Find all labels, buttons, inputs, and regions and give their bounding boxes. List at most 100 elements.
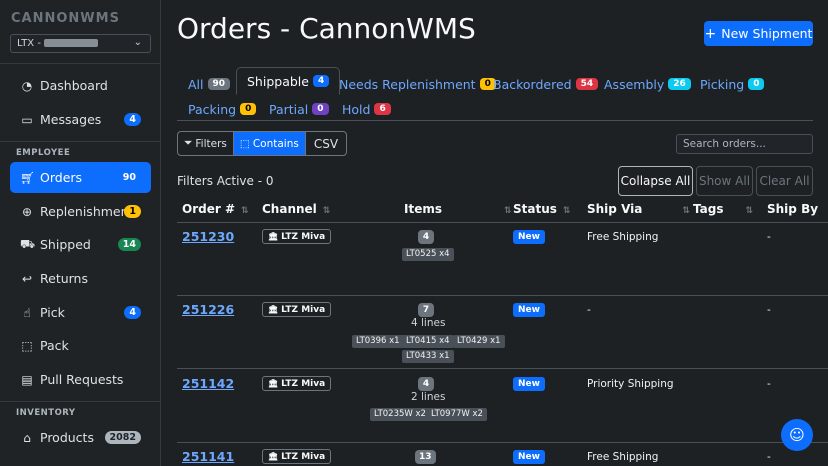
ship-via: Free Shipping (587, 451, 659, 463)
cart-icon: 🛒︎ (20, 170, 36, 185)
bank-icon: 🏛︎ (268, 305, 279, 314)
channel-badge: 🏛︎ LTZ Miva (262, 449, 332, 464)
hand-icon: ☝ (23, 305, 31, 320)
filters-button[interactable]: ⏷ Filters (178, 132, 234, 155)
sort-icon: ⇅ (562, 206, 571, 216)
new-shipment-button[interactable]: + New Shipment (704, 21, 813, 46)
warehouse-prefix: LTX - (17, 38, 41, 49)
filter-button-group: ⏷ Filters ⬚ Contains CSV (177, 131, 348, 156)
header-order[interactable]: Order # ⇅ (182, 202, 249, 216)
sidebar: CANNONWMS LTX - ⌄ ◔ Dashboard ▭ Messages… (0, 0, 161, 466)
header-status[interactable]: Status ⇅ (513, 202, 570, 216)
shipped-badge: 14 (117, 238, 141, 251)
plus-icon: + (704, 25, 717, 42)
sort-icon: ⇅ (745, 206, 754, 216)
sort-icon: ⇅ (322, 206, 331, 216)
sidebar-item-messages[interactable]: ▭ Messages 4 (10, 104, 151, 135)
ship-via: Free Shipping (587, 231, 659, 243)
box-icon: ⬚ (21, 338, 33, 353)
item-qty-badge: 4 (418, 230, 434, 244)
bank-icon: 🏛︎ (268, 232, 279, 241)
arrow-circle-down-icon: ⊕ (21, 204, 33, 219)
divider (0, 401, 160, 402)
section-inventory: INVENTORY (16, 408, 76, 418)
sidebar-item-shipped[interactable]: ⛟ Shipped 14 (10, 229, 151, 260)
sidebar-item-orders[interactable]: 🛒︎ Orders 90 (10, 162, 151, 193)
section-employee: EMPLOYEE (16, 148, 71, 158)
header-channel[interactable]: Channel ⇅ (262, 202, 330, 216)
channel-badge: 🏛︎ LTZ Miva (262, 302, 332, 317)
sort-icon: ⇅ (241, 206, 249, 216)
tab-shippable[interactable]: Shippable 4 (236, 67, 341, 95)
ship-via: - (587, 304, 591, 316)
redacted-warehouse-name (43, 39, 98, 47)
orders-badge: 90 (122, 172, 136, 183)
channel-badge: 🏛︎ LTZ Miva (262, 229, 332, 244)
sku-chip: LT0415 x4 (402, 335, 454, 348)
row-separator (177, 295, 828, 296)
page-title: Orders - CannonWMS (177, 12, 476, 45)
ship-via: Priority Shipping (587, 378, 674, 390)
clear-all-button[interactable]: Clear All (756, 166, 813, 196)
search-input[interactable]: Search orders... (676, 134, 813, 154)
bank-icon: 🏛︎ (268, 379, 279, 388)
chat-icon: ▭ (21, 112, 33, 127)
ship-by: - (767, 451, 771, 463)
logo: CANNONWMS (11, 11, 120, 26)
order-link[interactable]: 251226 (182, 302, 234, 317)
divider (0, 63, 160, 64)
tab-hold[interactable]: Hold 6 (342, 96, 391, 122)
sidebar-item-pull-requests[interactable]: ▤ Pull Requests (10, 364, 151, 395)
tab-partial[interactable]: Partial 0 (269, 96, 329, 122)
products-badge: 2082 (104, 431, 141, 444)
sort-icon: ⇅ (682, 206, 690, 216)
clipboard-icon: ▤ (21, 372, 33, 387)
sku-chip: LT0977W x2 (427, 408, 487, 421)
sidebar-item-returns[interactable]: ↩ Returns (10, 263, 151, 294)
tab-packing[interactable]: Packing 0 (188, 96, 257, 122)
ship-by: - (767, 378, 771, 390)
sidebar-item-replenishment[interactable]: ⊕ Replenishment 1 (10, 196, 151, 227)
show-all-button[interactable]: Show All (696, 166, 753, 196)
robot-icon: ☺ (789, 426, 805, 444)
tab-all[interactable]: All 90 (188, 71, 231, 97)
status-badge: New (513, 377, 545, 391)
gauge-icon: ◔ (21, 78, 33, 93)
order-link[interactable]: 251141 (182, 449, 234, 464)
item-qty-badge: 13 (415, 450, 436, 464)
item-qty-badge: 7 (418, 303, 434, 317)
funnel-icon: ⏷ (184, 137, 193, 149)
collapse-all-button[interactable]: Collapse All (618, 166, 693, 196)
sidebar-item-pack[interactable]: ⬚ Pack (10, 330, 151, 361)
sku-chip: LT0433 x1 (402, 350, 454, 363)
sidebar-item-dashboard[interactable]: ◔ Dashboard (10, 70, 151, 101)
order-link[interactable]: 251230 (182, 229, 234, 244)
sidebar-item-pick[interactable]: ☝ Pick 4 (10, 297, 151, 328)
ship-by: - (767, 231, 771, 243)
contains-button[interactable]: ⬚ Contains (233, 132, 306, 155)
header-separator (177, 222, 828, 223)
csv-button[interactable]: CSV (306, 132, 346, 155)
header-ship-by[interactable]: Ship By (767, 202, 818, 216)
sidebar-item-products[interactable]: ⌂ Products 2082 (10, 422, 151, 453)
bank-icon: 🏛︎ (268, 452, 279, 461)
replenishment-badge: 1 (124, 205, 141, 218)
box-icon: ⬚ (239, 137, 250, 150)
sku-chip: LT0429 x1 (453, 335, 505, 348)
tab-needs-replenishment[interactable]: Needs Replenishment 0 (339, 71, 496, 97)
tab-picking[interactable]: Picking 0 (700, 71, 765, 97)
warehouse-select[interactable]: LTX - ⌄ (10, 34, 151, 53)
support-chat-button[interactable]: ☺ (781, 419, 813, 451)
pick-badge: 4 (124, 306, 141, 319)
truck-icon: ⛟ (20, 236, 36, 251)
header-ship-via[interactable]: Ship Via ⇅ (587, 202, 690, 216)
item-qty-badge: 4 (418, 377, 434, 391)
row-separator (177, 442, 828, 443)
header-tags[interactable]: Tags ⇅ (693, 202, 753, 216)
order-tabs: All 90 Shippable 4 Needs Replenishment 0… (177, 67, 813, 121)
main-content: Orders - CannonWMS + New Shipment All 90… (162, 0, 828, 466)
header-items[interactable]: Items ⇅ (404, 202, 512, 216)
tab-assembly[interactable]: Assembly 26 (604, 71, 691, 97)
tab-backordered[interactable]: Backordered 54 (493, 71, 599, 97)
order-link[interactable]: 251142 (182, 376, 234, 391)
